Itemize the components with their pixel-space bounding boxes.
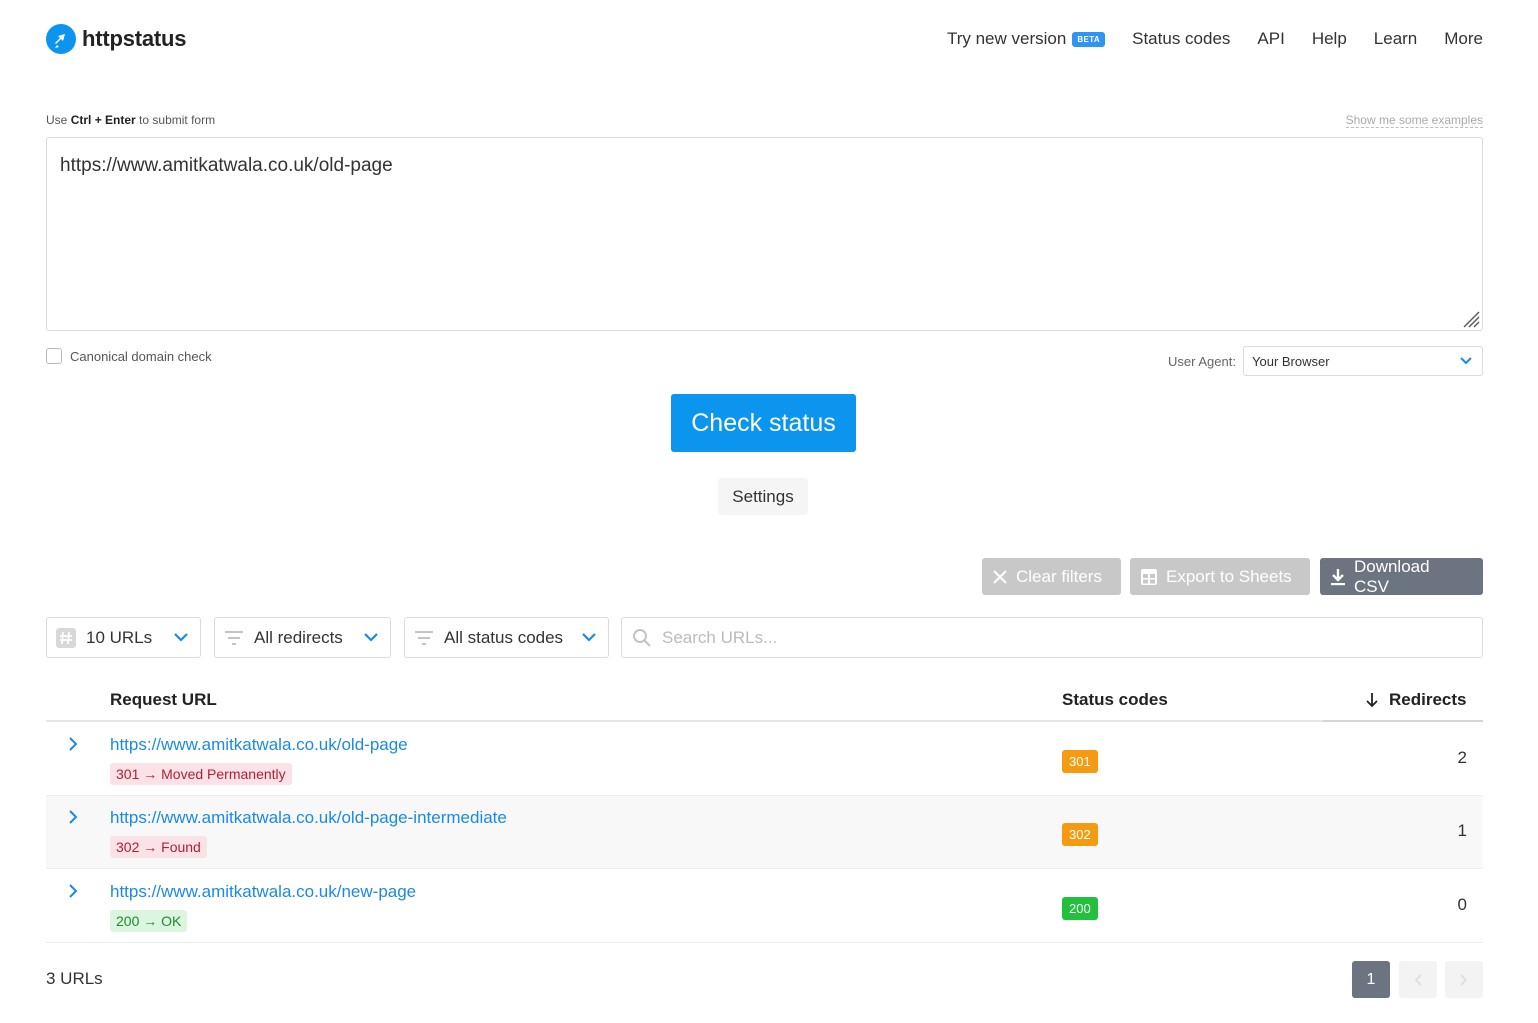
status-tag-arrow: → [143, 766, 158, 782]
nav-try-new-version[interactable]: Try new version BETA [946, 29, 1106, 49]
settings-button[interactable]: Settings [718, 478, 808, 515]
status-code-badge: 302 [1062, 823, 1098, 846]
brand-logo[interactable]: httpstatus [46, 24, 187, 54]
chevron-left-icon [1414, 973, 1422, 986]
status-tag-code: 200 [116, 913, 140, 929]
beta-badge: BETA [1072, 31, 1106, 47]
nav-status-codes[interactable]: Status codes [1132, 29, 1230, 49]
table-header-divider [46, 720, 1483, 722]
user-agent-select[interactable]: Your Browser [1243, 346, 1483, 376]
chevron-down-icon [174, 633, 188, 642]
urls-input[interactable]: https://www.amitkatwala.co.uk/old-page [46, 137, 1483, 331]
canonical-checkbox[interactable] [46, 348, 62, 364]
nav-learn[interactable]: Learn [1374, 29, 1417, 49]
request-url-link[interactable]: https://www.amitkatwala.co.uk/old-page [110, 735, 408, 755]
table-row: https://www.amitkatwala.co.uk/old-page-i… [46, 796, 1483, 869]
download-csv-label: Download CSV [1353, 556, 1430, 596]
request-url-link[interactable]: https://www.amitkatwala.co.uk/old-page-i… [110, 808, 507, 828]
submit-hint: Use Ctrl + Enter to submit form [46, 113, 215, 127]
export-to-sheets-label: Export to Sheets [1166, 566, 1292, 586]
url-count: 3 URLs [46, 969, 103, 988]
urls-count-filter[interactable]: 10 URLs [46, 617, 201, 658]
canonical-domain-check[interactable]: Canonical domain check [46, 348, 212, 364]
column-redirects-label: Redirects [1389, 690, 1467, 709]
nav-more[interactable]: More [1444, 29, 1483, 49]
status-code-badge: 200 [1062, 897, 1098, 920]
status-tag-arrow: → [143, 839, 158, 855]
redirects-count: 2 [1457, 748, 1467, 767]
brand-name: httpstatus [82, 26, 187, 51]
urls-count-label: 10 URLs [86, 627, 153, 647]
status-codes-filter[interactable]: All status codes [404, 617, 609, 658]
search-urls[interactable] [621, 617, 1483, 658]
redirects-filter-label: All redirects [254, 627, 343, 647]
chevron-down-icon [582, 633, 596, 642]
redirects-count: 0 [1457, 895, 1467, 914]
status-tag-arrow: → [143, 913, 158, 929]
top-nav: Try new version BETA Status codes API He… [947, 29, 1483, 49]
table-row: https://www.amitkatwala.co.uk/old-page 3… [46, 723, 1483, 796]
download-icon [1330, 568, 1345, 585]
hint-keys: Ctrl + Enter [70, 113, 136, 127]
chevron-down-icon [364, 633, 378, 642]
resize-grip-icon[interactable] [1462, 310, 1480, 328]
status-tag-code: 301 [116, 766, 140, 782]
status-tag: 301 → Moved Permanently [110, 763, 292, 785]
sheets-icon [1141, 568, 1157, 585]
export-to-sheets-button[interactable]: Export to Sheets [1130, 558, 1310, 595]
search-icon [633, 628, 651, 647]
close-icon [993, 569, 1007, 584]
canonical-label: Canonical domain check [70, 348, 212, 364]
column-request-url[interactable]: Request URL [110, 690, 217, 710]
status-tag-message: OK [161, 913, 182, 929]
hint-prefix: Use [46, 113, 68, 127]
status-tag: 302 → Found [110, 836, 207, 858]
logo-icon [46, 24, 76, 54]
chevron-right-icon [1460, 973, 1468, 986]
status-codes-filter-label: All status codes [444, 627, 564, 647]
user-agent-value: Your Browser [1252, 353, 1330, 369]
chevron-right-icon[interactable] [66, 810, 80, 824]
column-status-codes[interactable]: Status codes [1062, 690, 1168, 710]
chevron-down-icon [1460, 357, 1472, 365]
filter-icon [225, 630, 243, 645]
clear-filters-label: Clear filters [1016, 566, 1102, 586]
search-input[interactable] [662, 627, 1442, 648]
hint-suffix: to submit form [139, 113, 216, 127]
nav-api[interactable]: API [1257, 29, 1284, 49]
nav-try-new-label: Try new version [946, 29, 1067, 48]
chevron-right-icon[interactable] [66, 884, 80, 898]
sorted-column-indicator [1323, 720, 1483, 722]
user-agent-label: User Agent: [1168, 354, 1236, 369]
check-status-button[interactable]: Check status [671, 394, 856, 452]
request-url-link[interactable]: https://www.amitkatwala.co.uk/new-page [110, 882, 416, 902]
arrow-down-icon [1366, 693, 1378, 708]
table-row: https://www.amitkatwala.co.uk/new-page 2… [46, 870, 1483, 943]
chevron-right-icon[interactable] [66, 737, 80, 751]
show-examples-link[interactable]: Show me some examples [1345, 113, 1483, 128]
page-button-current[interactable]: 1 [1352, 961, 1390, 998]
redirects-filter[interactable]: All redirects [214, 617, 391, 658]
redirects-count: 1 [1457, 821, 1467, 840]
previous-page-button[interactable] [1399, 961, 1437, 998]
status-code-badge: 301 [1062, 750, 1098, 773]
hashtag-icon [56, 627, 76, 648]
status-tag-message: Found [161, 839, 201, 855]
status-tag: 200 → OK [110, 910, 188, 932]
status-tag-message: Moved Permanently [161, 766, 286, 782]
clear-filters-button[interactable]: Clear filters [982, 558, 1121, 595]
column-redirects[interactable]: Redirects [1365, 690, 1466, 710]
download-csv-button[interactable]: Download CSV [1320, 556, 1483, 596]
filter-icon [415, 630, 433, 645]
status-tag-code: 302 [116, 839, 140, 855]
next-page-button[interactable] [1445, 961, 1483, 998]
nav-help[interactable]: Help [1312, 29, 1347, 49]
